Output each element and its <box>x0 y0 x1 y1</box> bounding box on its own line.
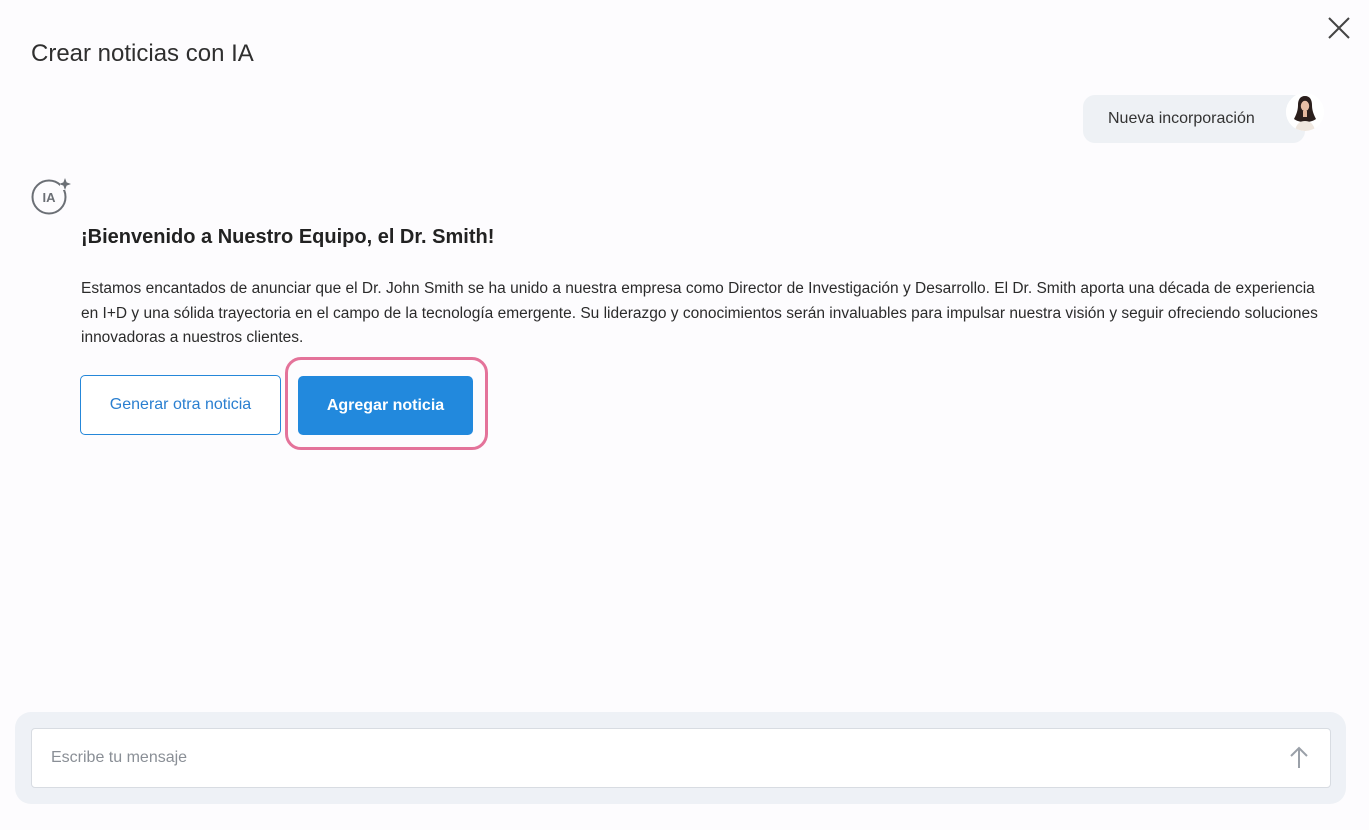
user-avatar <box>1286 93 1324 131</box>
send-button[interactable] <box>1284 743 1314 773</box>
user-message-text: Nueva incorporación <box>1108 110 1255 127</box>
ai-assistant-icon: IA <box>30 176 72 216</box>
arrow-up-icon <box>1290 746 1308 768</box>
news-heading: ¡Bienvenido a Nuestro Equipo, el Dr. Smi… <box>81 226 495 248</box>
close-icon <box>1328 17 1350 39</box>
composer-box <box>31 728 1331 788</box>
message-input[interactable] <box>32 729 1272 787</box>
svg-text:IA: IA <box>43 190 57 205</box>
avatar-image <box>1286 93 1324 131</box>
user-message-bubble: Nueva incorporación <box>1083 95 1305 143</box>
close-button[interactable] <box>1325 14 1353 42</box>
message-composer <box>15 712 1346 804</box>
add-news-button[interactable]: Agregar noticia <box>298 376 473 435</box>
news-body: Estamos encantados de anunciar que el Dr… <box>81 280 1318 346</box>
dialog-title: Crear noticias con IA <box>31 40 254 67</box>
generate-another-button[interactable]: Generar otra noticia <box>80 375 281 435</box>
ai-news-dialog: Crear noticias con IA Nueva incorporació… <box>0 0 1369 830</box>
